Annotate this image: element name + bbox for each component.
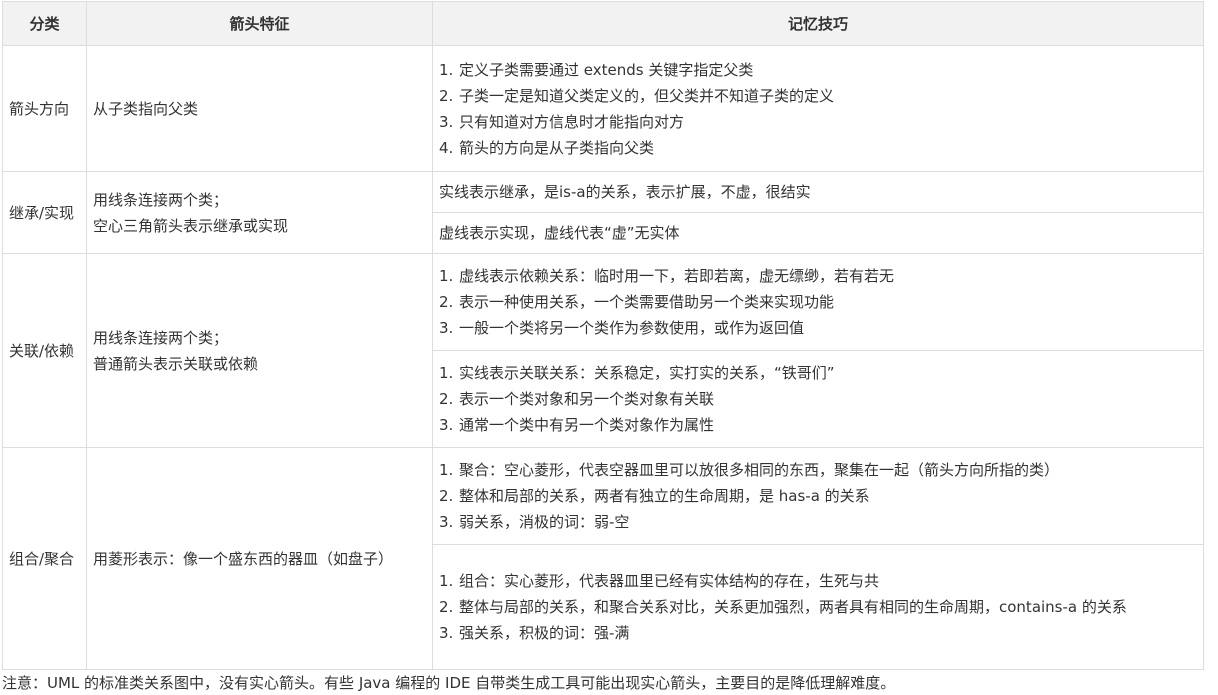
list-item: 1. 聚合：空心菱形，代表空器皿里可以放很多相同的东西，聚集在一起（箭头方向所指的…: [439, 461, 1060, 479]
table-row-inheritance: 继承/实现 用线条连接两个类； 空心三角箭头表示继承或实现 实线表示继承，是is…: [2, 171, 1204, 254]
header-memory-tips: 记忆技巧: [432, 1, 1204, 46]
list-item: 1. 组合：实心菱形，代表器皿里已经有实体结构的存在，生死与共: [439, 572, 880, 590]
feature-inheritance: 用线条连接两个类； 空心三角箭头表示继承或实现: [86, 171, 433, 254]
list-item: 2. 表示一种使用关系，一个类需要借助另一个类来实现功能: [439, 293, 835, 311]
tips-arrow-direction: 1. 定义子类需要通过 extends 关键字指定父类 2. 子类一定是知道父类定义…: [432, 45, 1204, 172]
feature-composition: 用菱形表示：像一个盛东西的器皿（如盘子）: [86, 447, 433, 670]
list-item: 1. 定义子类需要通过 extends 关键字指定父类: [439, 60, 754, 79]
table-row-aggregation: 组合/聚合 用菱形表示：像一个盛东西的器皿（如盘子） 1. 聚合：空心菱形，代表空…: [2, 447, 1204, 670]
header-arrow-feature: 箭头特征: [86, 1, 433, 46]
list-item: 1. 虚线表示依赖关系：临时用一下，若即若离，虚无缥缈，若有若无: [439, 267, 895, 285]
list-item: 4. 箭头的方向是从子类指向父类: [439, 138, 655, 157]
uml-relationship-table: 分类 箭头特征 记忆技巧 箭头方向 从子类指向父类 1. 定义子类需要通过 ext…: [2, 1, 1204, 670]
category-arrow-direction: 箭头方向: [2, 45, 87, 172]
table-header-row: 分类 箭头特征 记忆技巧: [2, 1, 1204, 46]
feature-arrow-direction: 从子类指向父类: [86, 45, 433, 172]
list-item: 3. 通常一个类中有另一个类对象作为属性: [439, 416, 715, 434]
list-item: 3. 强关系，积极的词：强-满: [439, 624, 630, 642]
tips-dependency: 1. 虚线表示依赖关系：临时用一下，若即若离，虚无缥缈，若有若无 2. 表示一种使用…: [432, 253, 1204, 351]
list-item: 2. 子类一定是知道父类定义的，但父类并不知道子类的定义: [439, 86, 835, 105]
footnote: 注意：UML 的标准类关系图中，没有实心箭头。有些 Java 编程的 IDE 自…: [2, 674, 896, 692]
list-item: 3. 只有知道对方信息时才能指向对方: [439, 112, 685, 131]
list-item: 2. 整体与局部的关系，和聚合关系对比，关系更加强烈，两者具有相同的生命周期，co…: [439, 598, 1127, 616]
feature-association: 用线条连接两个类； 普通箭头表示关联或依赖: [86, 253, 433, 448]
tip-implementation-dashed: 虚线表示实现，虚线代表“虚”无实体: [432, 212, 1204, 254]
tips-composition: 1. 组合：实心菱形，代表器皿里已经有实体结构的存在，生死与共 2. 整体与局部的关…: [432, 544, 1204, 670]
tips-aggregation: 1. 聚合：空心菱形，代表空器皿里可以放很多相同的东西，聚集在一起（箭头方向所指的…: [432, 447, 1204, 545]
list-item: 3. 一般一个类将另一个类作为参数使用，或作为返回值: [439, 319, 805, 337]
header-category: 分类: [2, 1, 87, 46]
list-item: 2. 整体和局部的关系，两者有独立的生命周期，是 has-a 的关系: [439, 487, 870, 505]
tip-inheritance-solid: 实线表示继承，是is-a的关系，表示扩展，不虚，很结实: [432, 171, 1204, 213]
category-inheritance: 继承/实现: [2, 171, 87, 254]
list-item: 3. 弱关系，消极的词：弱-空: [439, 513, 630, 531]
list-item: 2. 表示一个类对象和另一个类对象有关联: [439, 390, 715, 408]
tips-association: 1. 实线表示关联关系：关系稳定，实打实的关系，“铁哥们” 2. 表示一个类对象和另…: [432, 350, 1204, 448]
category-association: 关联/依赖: [2, 253, 87, 448]
list-item: 1. 实线表示关联关系：关系稳定，实打实的关系，“铁哥们”: [439, 364, 835, 382]
category-composition: 组合/聚合: [2, 447, 87, 670]
table-row-dependency: 关联/依赖 用线条连接两个类； 普通箭头表示关联或依赖 1. 虚线表示依赖关系：临…: [2, 253, 1204, 448]
table-row-arrow-direction: 箭头方向 从子类指向父类 1. 定义子类需要通过 extends 关键字指定父类 …: [2, 45, 1204, 172]
